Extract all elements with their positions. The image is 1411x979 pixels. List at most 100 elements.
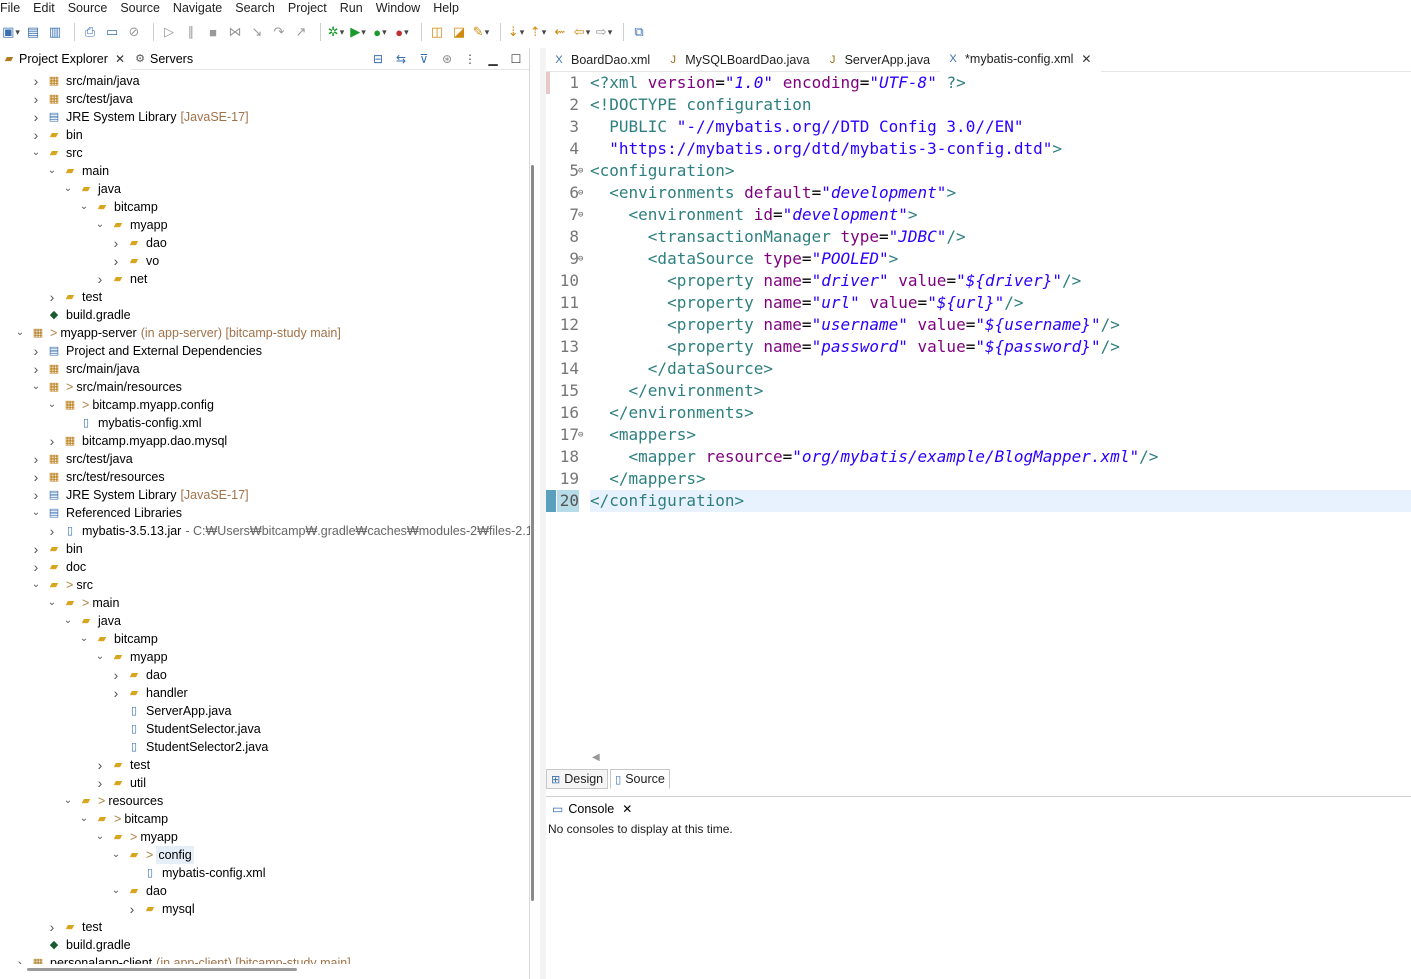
expanded-chevron-icon[interactable]: ⌄ — [30, 576, 42, 594]
suspend-icon[interactable]: ∥ — [182, 23, 200, 41]
tree-item[interactable]: › ▦ src/test/java — [0, 450, 133, 468]
disconnect-icon[interactable]: ⋈ — [226, 23, 244, 41]
expanded-chevron-icon[interactable]: ⌄ — [62, 792, 74, 810]
tree-item[interactable]: ⌄ ▰ bitcamp — [0, 630, 158, 648]
tab-editor-file[interactable]: X BoardDao.xml — [546, 48, 660, 72]
tree-item[interactable]: › ▤ JRE System Library [JavaSE-17] — [0, 108, 249, 126]
tree-item[interactable]: › ▰ test — [0, 756, 151, 774]
tree-item[interactable]: ⌄ ▰ > resources — [0, 792, 163, 810]
tree-item[interactable]: ⌄ ▰ > main — [0, 594, 120, 612]
collapsed-chevron-icon[interactable]: › — [30, 450, 42, 468]
tree-item[interactable]: ⌄ ▦ > bitcamp.myapp.config — [0, 396, 214, 414]
tab-editor-file[interactable]: X *mybatis-config.xml ✕ — [940, 47, 1102, 72]
code-line[interactable]: <property name="driver" value="${driver}… — [590, 270, 1411, 292]
link-with-editor-icon[interactable]: ⇆ — [392, 51, 410, 67]
expanded-chevron-icon[interactable]: ⌄ — [110, 846, 122, 864]
expanded-chevron-icon[interactable]: ⌄ — [30, 378, 42, 396]
tab-servers[interactable]: ⚙ Servers — [131, 48, 199, 70]
search-icon[interactable]: ✎ — [472, 23, 490, 41]
debug-icon[interactable]: ✲ — [327, 23, 345, 41]
expanded-chevron-icon[interactable]: ⌄ — [78, 198, 90, 216]
code-editor[interactable]: 1 2 3 4 5 6 7 8 9 10 11 12 13 14 15 16 17 18 19 20 ⊖ ⊖ ⊖ ⊖ ⊖ <?… — [546, 72, 1411, 752]
code-line[interactable]: <property name="username" value="${usern… — [590, 314, 1411, 336]
code-line[interactable]: </mappers> — [590, 468, 1411, 490]
collapsed-chevron-icon[interactable]: › — [30, 468, 42, 486]
tree-file-item[interactable]: ▯ StudentSelector2.java — [0, 738, 268, 756]
open-type-icon[interactable]: ◫ — [428, 23, 446, 41]
collapse-all-icon[interactable]: ⊟ — [369, 51, 387, 67]
tab-design[interactable]: ⊞ Design — [546, 769, 609, 789]
code-line[interactable]: <configuration> — [590, 160, 1411, 182]
open-task-icon[interactable]: ◪ — [450, 23, 468, 41]
close-icon[interactable]: ✕ — [622, 802, 632, 816]
expanded-chevron-icon[interactable]: ⌄ — [30, 504, 42, 522]
tree-item[interactable]: ⌄ ▦ > myapp-server (in app-server) [bitcamp-… — [0, 324, 341, 342]
external-tools-icon[interactable]: ● — [393, 23, 411, 41]
expanded-chevron-icon[interactable]: ⌄ — [62, 612, 74, 630]
tree-item[interactable]: ⌄ ▰ > src — [0, 576, 93, 594]
code-line[interactable]: "https://mybatis.org/dtd/mybatis-3-confi… — [590, 138, 1411, 160]
resume-icon[interactable]: ▷ — [160, 23, 178, 41]
code-line[interactable]: <environment id="development"> — [590, 204, 1411, 226]
scroll-left-arrow-icon[interactable]: ◀ — [592, 752, 600, 763]
collapsed-chevron-icon[interactable]: › — [30, 540, 42, 558]
expanded-chevron-icon[interactable]: ⌄ — [62, 180, 74, 198]
fold-minus-icon[interactable]: ⊖ — [578, 204, 586, 226]
open-perspective-icon[interactable]: ⧉ — [630, 23, 648, 41]
collapsed-chevron-icon[interactable]: › — [126, 900, 138, 918]
tree-item[interactable]: ⌄ ▰ bitcamp — [0, 198, 158, 216]
tree-item[interactable]: ⌄ ▰ main — [0, 162, 109, 180]
last-edit-icon[interactable]: ⇜ — [551, 23, 569, 41]
tree-vertical-scrollbar[interactable] — [531, 165, 534, 901]
menu-item[interactable]: Navigate — [173, 0, 228, 16]
code-line[interactable]: </configuration> — [590, 490, 1411, 512]
tab-source[interactable]: ▯ Source — [610, 769, 670, 789]
tree-item[interactable]: ⌄ ▰ dao — [0, 882, 167, 900]
tree-item[interactable]: ⌄ ▰ > myapp — [0, 828, 178, 846]
tree-item[interactable]: ⌄ ▰ java — [0, 180, 121, 198]
menu-item[interactable]: Edit — [33, 0, 61, 16]
tree-item[interactable]: ⌄ ▰ java — [0, 612, 121, 630]
maximize-icon[interactable]: ☐ — [507, 51, 525, 67]
previous-annotation-icon[interactable]: ⇡ — [529, 23, 547, 41]
fold-minus-icon[interactable]: ⊖ — [578, 160, 586, 182]
collapsed-chevron-icon[interactable]: › — [110, 666, 122, 684]
tree-item[interactable]: › ▰ bin — [0, 540, 83, 558]
terminate-icon[interactable]: ■ — [204, 23, 222, 41]
menu-item[interactable]: Window — [376, 0, 426, 16]
tree-file-item[interactable]: ▯ StudentSelector.java — [0, 720, 261, 738]
collapsed-chevron-icon[interactable]: › — [30, 72, 42, 90]
expanded-chevron-icon[interactable]: ⌄ — [46, 162, 58, 180]
code-line[interactable]: <dataSource type="POOLED"> — [590, 248, 1411, 270]
tab-editor-file[interactable]: J ServerApp.java — [820, 48, 940, 72]
expanded-chevron-icon[interactable]: ⌄ — [78, 630, 90, 648]
collapsed-chevron-icon[interactable]: › — [110, 684, 122, 702]
collapsed-chevron-icon[interactable]: › — [30, 126, 42, 144]
code-line[interactable]: </environment> — [590, 380, 1411, 402]
tree-file-item[interactable]: ▯ mybatis-config.xml — [0, 414, 202, 432]
menu-item[interactable]: Run — [340, 0, 369, 16]
code-line[interactable]: <property name="url" value="${url}"/> — [590, 292, 1411, 314]
menu-item[interactable]: Project — [288, 0, 333, 16]
tree-item[interactable]: › ▰ test — [0, 288, 103, 306]
tree-item[interactable]: › ▰ net — [0, 270, 148, 288]
forward-icon[interactable]: ⇨ — [595, 23, 613, 41]
save-icon[interactable]: ▤ — [24, 23, 42, 41]
collapsed-chevron-icon[interactable]: › — [46, 288, 58, 306]
tree-item[interactable]: › ▤ Project and External Dependencies — [0, 342, 262, 360]
code-line[interactable]: <transactionManager type="JDBC"/> — [590, 226, 1411, 248]
tree-item[interactable]: › ▦ src/main/java — [0, 360, 140, 378]
run-icon[interactable]: ▶ — [349, 23, 367, 41]
expanded-chevron-icon[interactable]: ⌄ — [110, 882, 122, 900]
collapsed-chevron-icon[interactable]: › — [30, 360, 42, 378]
tree-item[interactable]: ⌄ ▰ src — [0, 144, 83, 162]
collapsed-chevron-icon[interactable]: › — [30, 108, 42, 126]
code-line[interactable]: <?xml version="1.0" encoding="UTF-8" ?> — [590, 72, 1411, 94]
tree-item[interactable]: › ▰ vo — [0, 252, 160, 270]
back-icon[interactable]: ⇦ — [573, 23, 591, 41]
tree-item[interactable]: › ▦ src/test/java — [0, 90, 133, 108]
tree-item[interactable]: ⌄ ▰ > config — [0, 846, 194, 864]
tree-item[interactable]: › ▰ handler — [0, 684, 188, 702]
tree-horizontal-scrollbar[interactable] — [27, 968, 297, 971]
menu-item[interactable]: Help — [433, 0, 465, 16]
